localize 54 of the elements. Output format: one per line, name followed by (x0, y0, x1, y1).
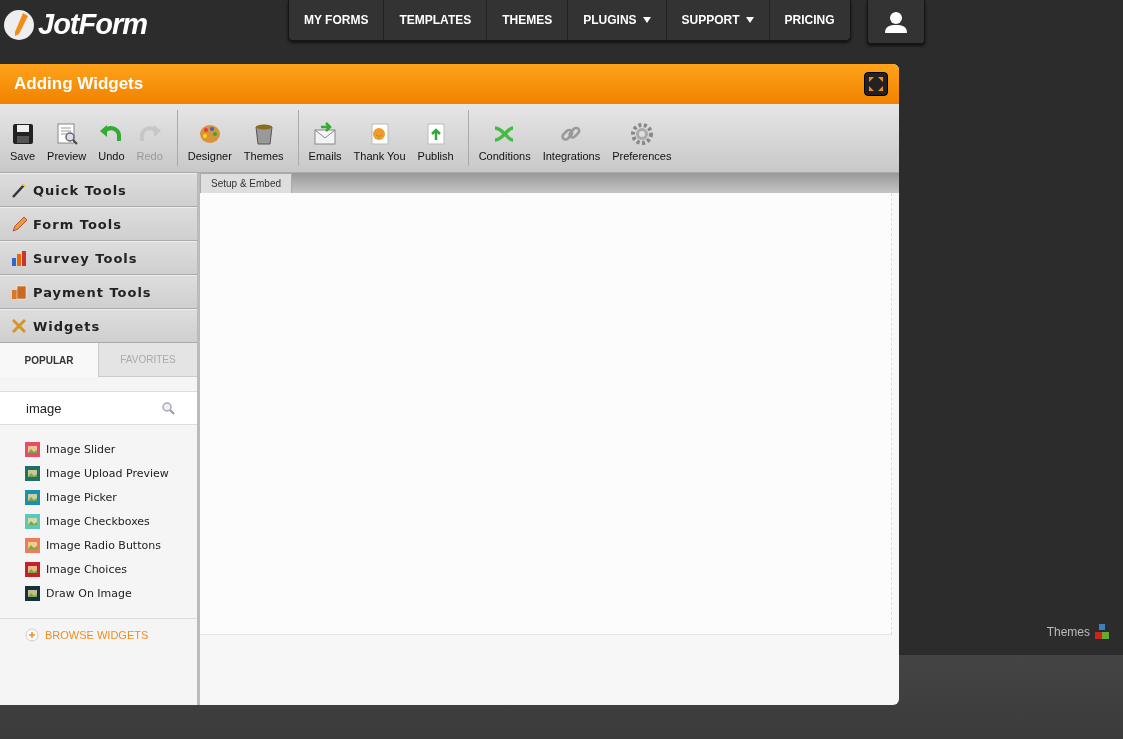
logo-text: JotForm (38, 8, 147, 41)
cubes-icon (1095, 624, 1109, 640)
expand-icon (868, 76, 884, 92)
toolbar-button[interactable]: Designer (181, 122, 238, 166)
nav-link[interactable]: PLUGINS (567, 0, 666, 40)
toolbar-button[interactable]: Save (4, 122, 42, 166)
window-title: Adding Widgets (14, 74, 144, 94)
sidebar-section-header[interactable]: Survey Tools (0, 241, 197, 275)
search-field[interactable]: image (24, 399, 162, 417)
gear-icon (629, 122, 654, 146)
search-bar[interactable]: image (0, 391, 197, 425)
preview-icon (54, 122, 79, 146)
widget-item[interactable]: Image Checkboxes (25, 514, 197, 529)
bar-chart-icon (11, 250, 27, 266)
toolbar-button[interactable]: Conditions (472, 122, 537, 166)
widget-item[interactable]: Image Radio Buttons (25, 538, 197, 553)
nav-link[interactable]: TEMPLATES (383, 0, 487, 40)
envelope-icon (313, 122, 338, 146)
toolbar-button[interactable]: Thank You (347, 122, 412, 166)
widget-item[interactable]: Image Picker (25, 490, 197, 505)
toolbar-button[interactable]: Undo (92, 122, 131, 166)
nav-link[interactable]: MY FORMS (289, 0, 384, 40)
plus-circle-icon (25, 628, 39, 642)
magic-wand-icon (11, 182, 27, 198)
logo-icon (3, 8, 35, 41)
widget-item[interactable]: Image Choices (25, 562, 197, 577)
maximize-button[interactable] (864, 72, 888, 96)
content-tab[interactable]: Setup & Embed (200, 173, 293, 193)
widget-item[interactable]: Draw On Image (25, 586, 197, 601)
nav-link[interactable]: SUPPORT (665, 0, 769, 40)
caret-icon (745, 17, 754, 23)
toolbar-button[interactable]: Emails (302, 122, 348, 166)
themes-link[interactable]: Themes (1046, 624, 1109, 640)
crossed-tools-icon (11, 318, 27, 334)
widget-item[interactable]: Image Upload Preview (25, 466, 197, 481)
sidebar-section-header[interactable]: Widgets (0, 309, 197, 343)
pencil-icon (11, 216, 27, 232)
sidebar-section-header[interactable]: Quick Tools (0, 173, 197, 207)
toolbar-button[interactable]: Integrations (536, 122, 607, 166)
toolbar-button[interactable]: Preview (41, 122, 93, 166)
account-button[interactable] (866, 0, 925, 44)
nav-link[interactable]: PRICING (768, 0, 850, 40)
sidebar-section-header[interactable]: Form Tools (0, 207, 197, 241)
palette-icon (197, 122, 222, 146)
search-icon (162, 401, 175, 415)
sidebar-section-header[interactable]: Payment Tools (0, 275, 197, 309)
coin-stack-icon (11, 284, 27, 300)
nav-link[interactable]: THEMES (486, 0, 568, 40)
toolbar-button[interactable]: Themes (237, 122, 290, 166)
toolbar-button[interactable]: Publish (411, 122, 460, 166)
user-icon (883, 10, 908, 33)
widget-item[interactable]: Image Slider (25, 442, 197, 457)
caret-icon (642, 17, 651, 23)
toolbar-button[interactable]: Preferences (606, 122, 678, 166)
